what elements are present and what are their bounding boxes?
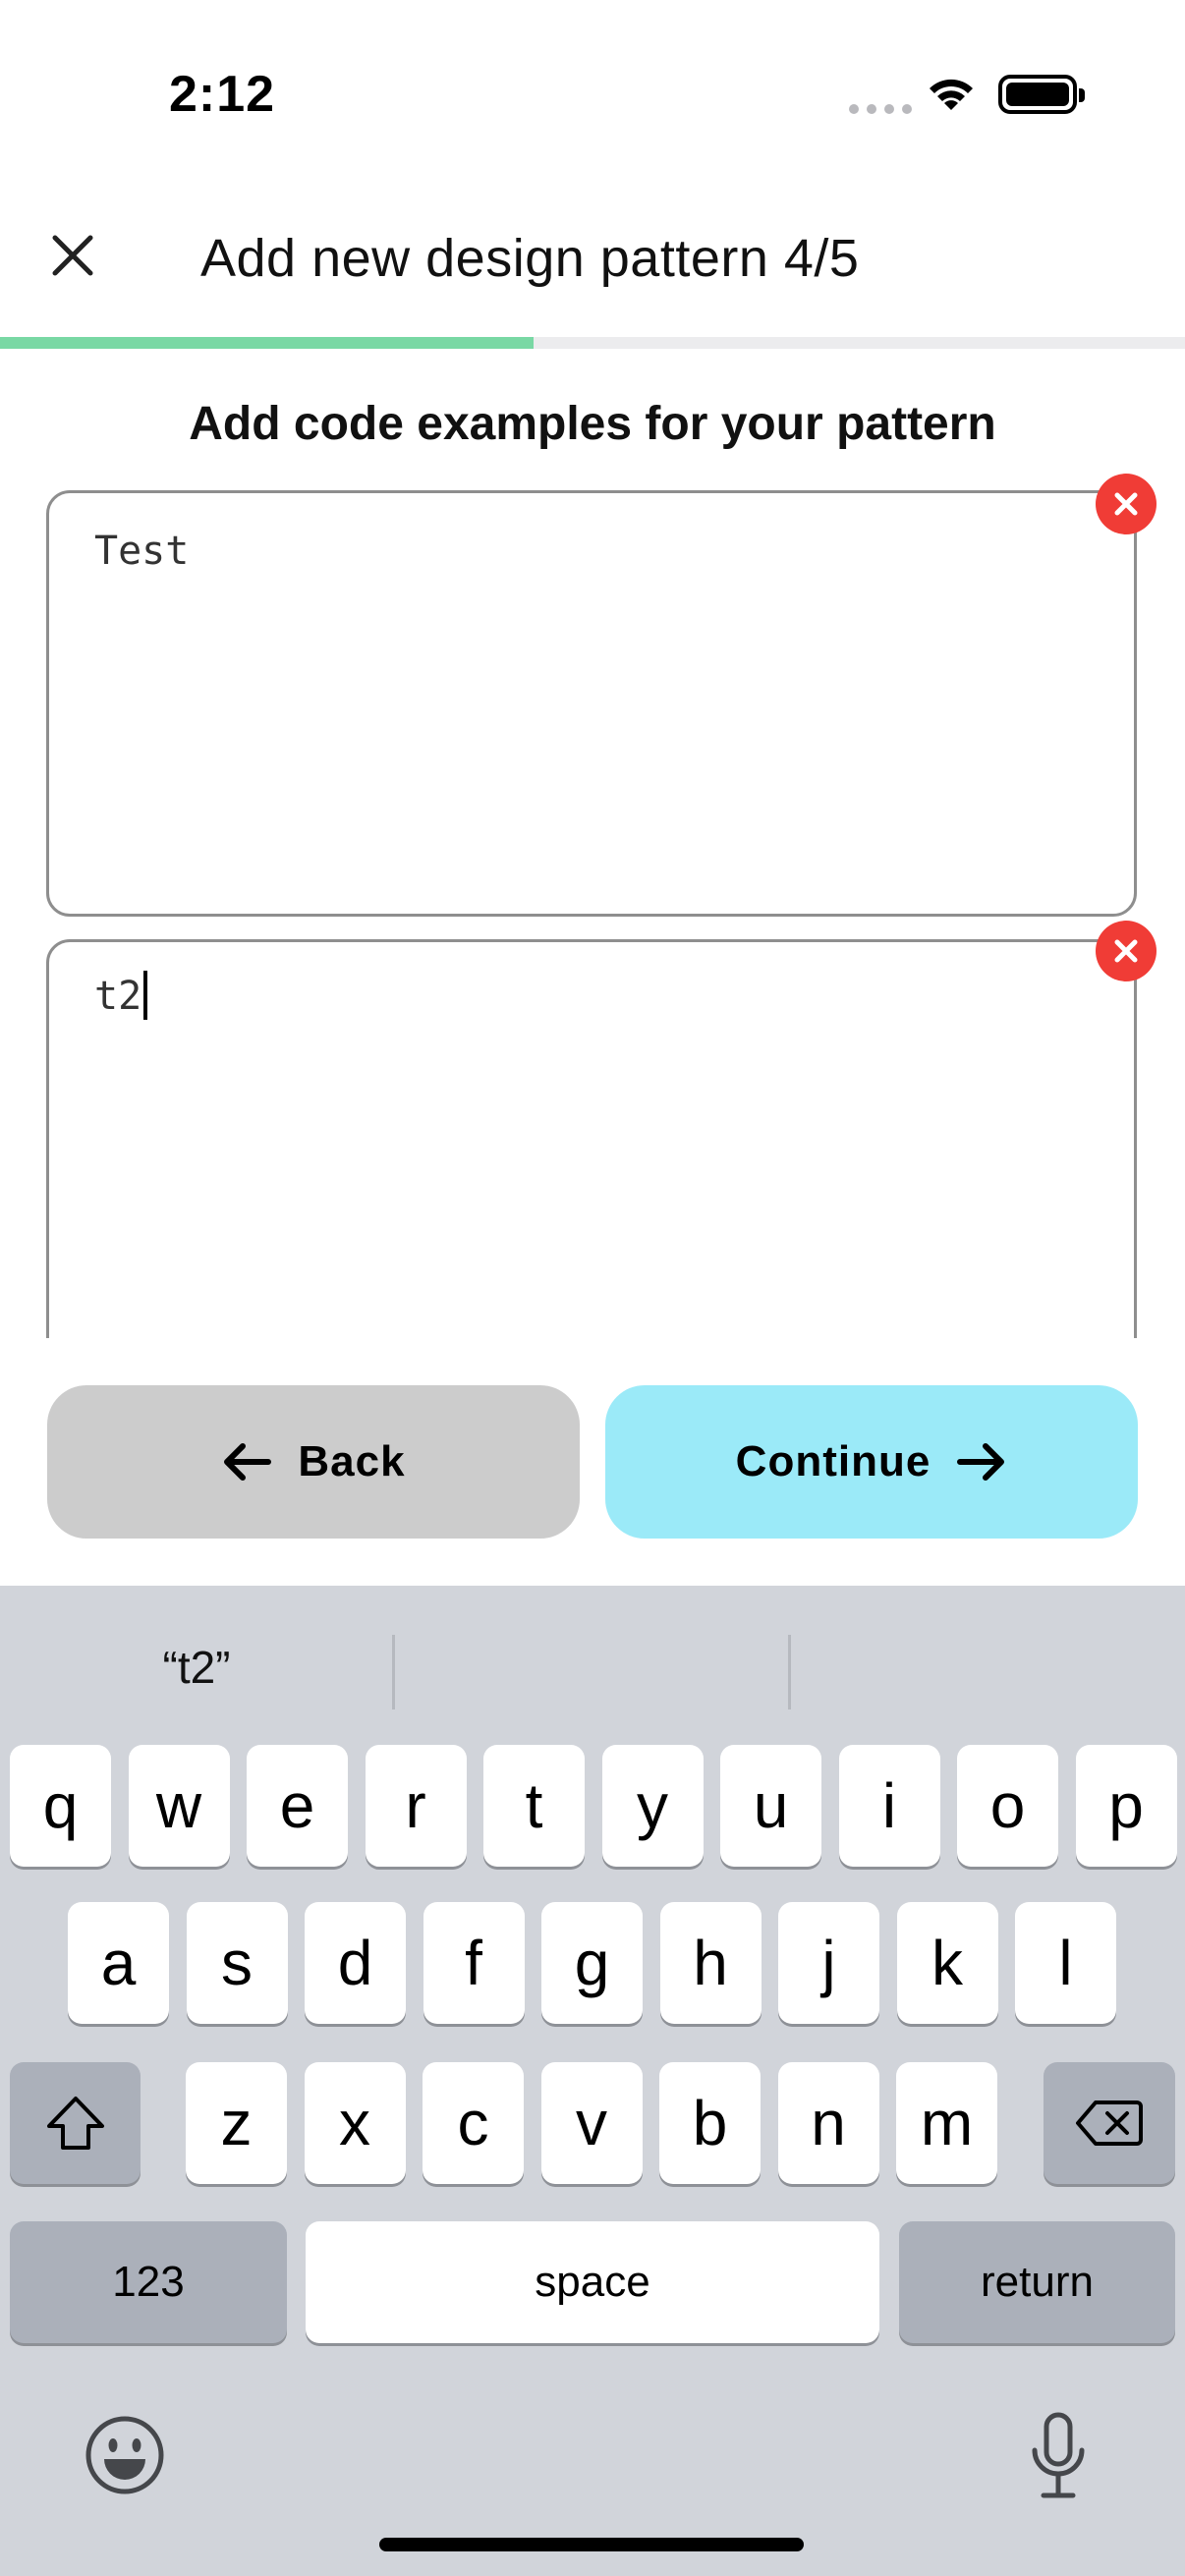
key-h[interactable]: h xyxy=(659,1902,762,2024)
key-i[interactable]: i xyxy=(838,1745,940,1867)
keyboard: “t2” qwertyuiop asdfghjkl zxcvbnm 123 sp… xyxy=(0,1586,1185,2576)
key-a[interactable]: a xyxy=(68,1902,169,2024)
back-button[interactable]: Back xyxy=(47,1385,580,1539)
key-z[interactable]: z xyxy=(186,2062,287,2184)
key-e[interactable]: e xyxy=(247,1745,348,1867)
progress-fill xyxy=(0,337,534,349)
key-g[interactable]: g xyxy=(541,1902,643,2024)
text-cursor xyxy=(143,971,148,1020)
key-n[interactable]: n xyxy=(777,2062,879,2184)
key-p[interactable]: p xyxy=(1075,1745,1177,1867)
numbers-key[interactable]: 123 xyxy=(10,2221,287,2343)
close-button[interactable] xyxy=(43,226,102,285)
key-y[interactable]: y xyxy=(601,1745,704,1867)
cellular-signal-icon xyxy=(849,104,912,114)
code-example-text: Test xyxy=(94,529,190,574)
key-o[interactable]: o xyxy=(957,1745,1058,1867)
close-icon xyxy=(1114,492,1138,516)
backspace-icon xyxy=(1076,2100,1143,2146)
microphone-icon[interactable] xyxy=(1028,2411,1089,2501)
close-icon xyxy=(1114,939,1138,963)
key-m[interactable]: m xyxy=(896,2062,997,2184)
code-example-text: t2 xyxy=(94,974,142,1019)
key-k[interactable]: k xyxy=(896,1902,998,2024)
key-c[interactable]: c xyxy=(423,2062,524,2184)
continue-button[interactable]: Continue xyxy=(605,1385,1138,1539)
continue-button-label: Continue xyxy=(735,1437,931,1485)
code-example-input[interactable]: Test xyxy=(46,490,1137,917)
key-l[interactable]: l xyxy=(1015,1902,1116,2024)
remove-code-example-button[interactable] xyxy=(1096,474,1157,534)
space-key[interactable]: space xyxy=(306,2221,879,2343)
battery-icon xyxy=(998,75,1085,114)
close-icon xyxy=(52,235,93,276)
return-key[interactable]: return xyxy=(899,2221,1175,2343)
delete-key[interactable] xyxy=(1044,2062,1175,2184)
page-title: Add new design pattern 4/5 xyxy=(200,229,860,288)
key-j[interactable]: j xyxy=(778,1902,879,2024)
key-d[interactable]: d xyxy=(305,1902,406,2024)
arrow-left-icon xyxy=(224,1443,272,1481)
key-b[interactable]: b xyxy=(659,2062,761,2184)
suggestion-divider xyxy=(788,1635,791,1709)
key-f[interactable]: f xyxy=(423,1902,525,2024)
shift-icon xyxy=(46,2097,104,2150)
key-q[interactable]: q xyxy=(10,1745,111,1867)
status-time: 2:12 xyxy=(169,66,276,123)
progress-bar xyxy=(0,337,1185,349)
suggestion-divider xyxy=(392,1635,395,1709)
key-r[interactable]: r xyxy=(365,1745,467,1867)
wifi-icon xyxy=(930,79,973,110)
key-u[interactable]: u xyxy=(720,1745,821,1867)
key-w[interactable]: w xyxy=(128,1745,230,1867)
section-heading: Add code examples for your pattern xyxy=(189,398,996,450)
keyboard-suggestion[interactable]: “t2” xyxy=(0,1641,393,1694)
key-s[interactable]: s xyxy=(186,1902,288,2024)
key-t[interactable]: t xyxy=(483,1745,585,1867)
key-x[interactable]: x xyxy=(304,2062,406,2184)
remove-code-example-button[interactable] xyxy=(1096,921,1157,981)
key-v[interactable]: v xyxy=(540,2062,643,2184)
back-button-label: Back xyxy=(298,1437,406,1485)
arrow-right-icon xyxy=(957,1443,1005,1481)
shift-key[interactable] xyxy=(10,2062,141,2184)
emoji-icon[interactable] xyxy=(85,2415,165,2495)
home-indicator xyxy=(379,2538,804,2551)
